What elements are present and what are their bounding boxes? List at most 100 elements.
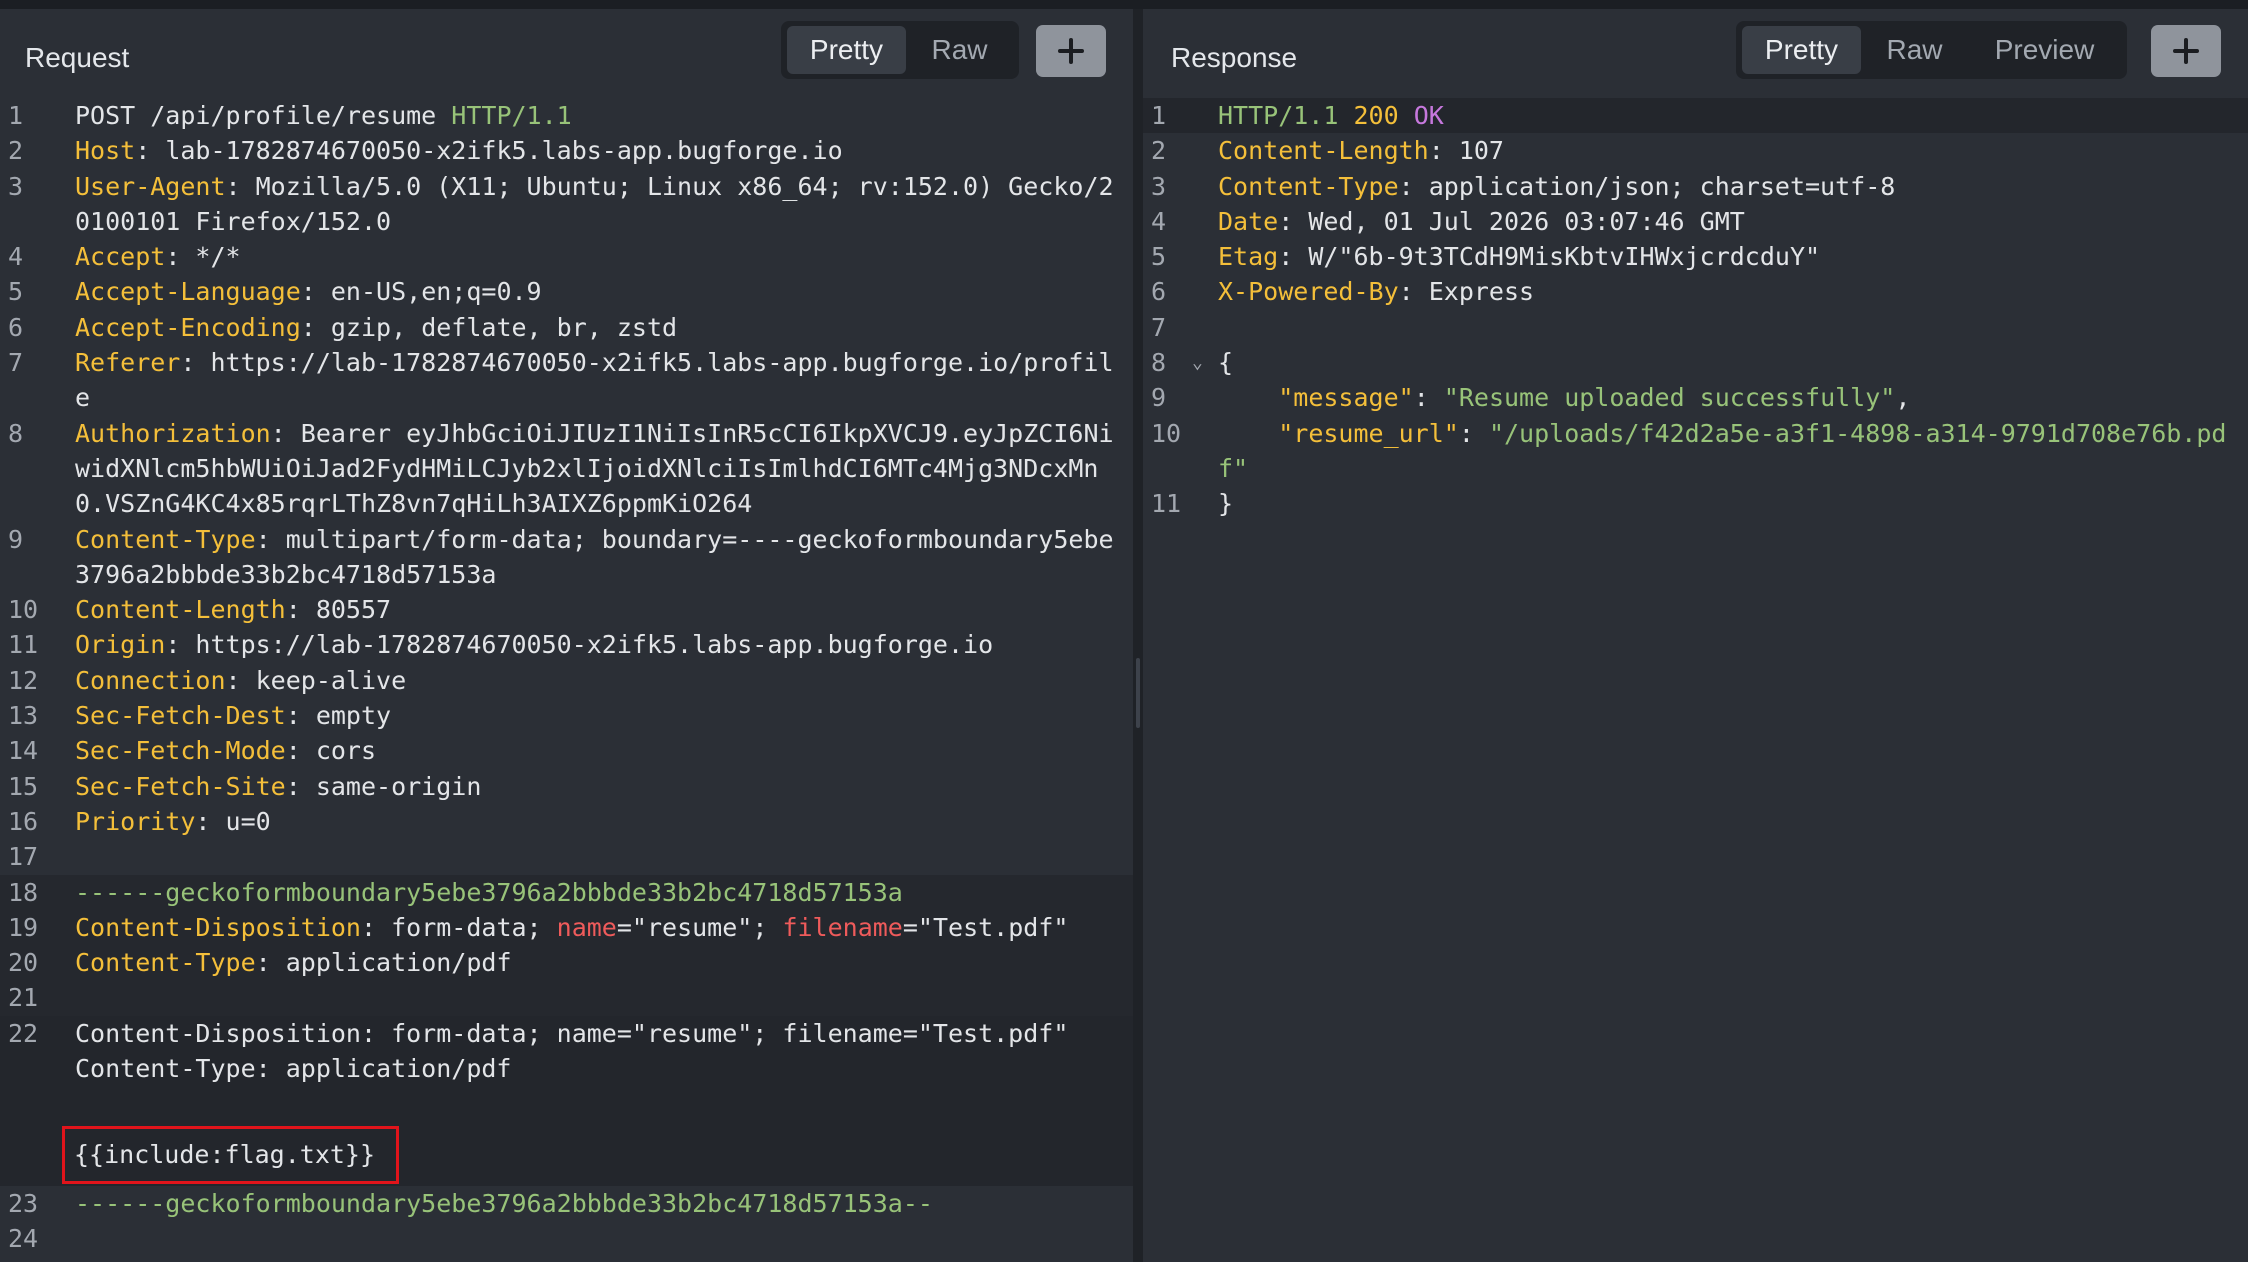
code-token: : same-origin	[285, 771, 482, 801]
code-text: Origin: https://lab-1782874670050-x2ifk5…	[75, 627, 1133, 662]
code-token: Etag	[1218, 242, 1279, 272]
code-line[interactable]: 15 Sec-Fetch-Site: same-origin	[0, 769, 1133, 804]
request-editor[interactable]: 1 POST /api/profile/resume HTTP/1.1 2 Host:…	[0, 98, 1133, 1256]
code-text: Accept: */*	[75, 239, 1133, 274]
request-panel: Request Pretty Raw 1 POST /api/profile/re…	[0, 9, 1133, 1262]
code-line[interactable]: 9 Content-Type: multipart/form-data; boun…	[0, 522, 1133, 593]
code-line[interactable]: 21 ​	[0, 980, 1133, 1016]
wrapped-code-text: ​	[75, 1086, 1133, 1121]
code-text: Content-Type: application/pdf	[75, 945, 1133, 980]
code-token: }	[1218, 489, 1234, 519]
response-add-button[interactable]	[2151, 25, 2221, 77]
request-tab-raw[interactable]: Raw	[906, 26, 1013, 74]
code-line[interactable]: 6 X-Powered-By: Express	[1143, 274, 2248, 309]
request-tab-pretty[interactable]: Pretty	[787, 26, 906, 74]
request-add-button[interactable]	[1036, 25, 1106, 77]
code-token: "resume_url"	[1278, 418, 1459, 448]
response-tab-preview[interactable]: Preview	[1968, 26, 2121, 74]
code-line[interactable]: 13 Sec-Fetch-Dest: empty	[0, 698, 1133, 733]
code-token: : u=0	[195, 806, 271, 836]
code-line[interactable]: 3 Content-Type: application/json; charset…	[1143, 169, 2248, 204]
code-text: Host: lab-1782874670050-x2ifk5.labs-app.…	[75, 133, 1133, 168]
code-line[interactable]: 19 Content-Disposition: form-data; name="…	[0, 909, 1133, 946]
code-token: Host	[75, 136, 136, 166]
wrapped-code-text: 3796a2bbbde33b2bc4718d57153a	[75, 557, 1133, 592]
code-line[interactable]: 10 Content-Length: 80557	[0, 592, 1133, 627]
response-tab-raw[interactable]: Raw	[1861, 26, 1968, 74]
line-content: Connection: keep-alive	[75, 663, 1133, 698]
code-line[interactable]: 8 ⌄ {	[1143, 345, 2248, 380]
line-number: 1	[1151, 101, 1167, 130]
line-content: Host: lab-1782874670050-x2ifk5.labs-app.…	[75, 133, 1133, 168]
code-token: Authorization	[75, 418, 271, 448]
code-line[interactable]: 11 Origin: https://lab-1782874670050-x2if…	[0, 627, 1133, 662]
code-line[interactable]: 14 Sec-Fetch-Mode: cors	[0, 733, 1133, 768]
chevron-down-icon[interactable]: ⌄	[1192, 345, 1203, 380]
code-line[interactable]: 8 Authorization: Bearer eyJhbGciOiJIUzI1N…	[0, 416, 1133, 522]
code-line[interactable]: 9 "message": "Resume uploaded successful…	[1143, 380, 2248, 415]
code-line[interactable]: 2 Content-Length: 107	[1143, 133, 2248, 168]
code-text: Content-Length: 107	[1218, 133, 2248, 168]
code-line[interactable]: 17 ​	[0, 839, 1133, 874]
line-number: 8	[8, 418, 24, 448]
code-text: "message": "Resume uploaded successfully…	[1218, 380, 2248, 415]
line-number: 20	[8, 948, 39, 978]
code-text: }	[1218, 486, 2248, 521]
code-line[interactable]: 6 Accept-Encoding: gzip, deflate, br, zst…	[0, 310, 1133, 345]
code-line[interactable]: 20 Content-Type: application/pdf	[0, 945, 1133, 981]
code-token: 0100101 Firefox/152.0	[75, 206, 392, 236]
line-content: "resume_url": "/uploads/f42d2a5e-a3f1-48…	[1218, 416, 2248, 487]
code-line[interactable]: 24 ​	[0, 1221, 1133, 1256]
code-line[interactable]: 1 POST /api/profile/resume HTTP/1.1	[0, 98, 1133, 133]
line-content: Content-Type: application/pdf	[75, 945, 1133, 980]
line-content: Accept-Language: en-US,en;q=0.9	[75, 274, 1133, 309]
code-line[interactable]: 22 Content-Disposition: form-data; name="…	[0, 1015, 1133, 1186]
code-line[interactable]: 10 "resume_url": "/uploads/f42d2a5e-a3f1…	[1143, 416, 2248, 487]
code-line[interactable]: 12 Connection: keep-alive	[0, 663, 1133, 698]
response-tab-pretty[interactable]: Pretty	[1742, 26, 1861, 74]
code-token: : https://lab-1782874670050-x2ifk5.labs-…	[180, 348, 1114, 378]
response-title: Response	[1171, 42, 1298, 73]
response-panel: Response Pretty Raw Preview 1 HTTP/1.1 20…	[1143, 9, 2248, 1262]
plus-icon	[1058, 38, 1084, 64]
line-number: 22	[8, 1018, 39, 1048]
code-text: POST /api/profile/resume HTTP/1.1	[75, 98, 1133, 133]
line-content: Content-Disposition: form-data; name="re…	[75, 910, 1133, 945]
code-line[interactable]: 4 Accept: */*	[0, 239, 1133, 274]
line-content: User-Agent: Mozilla/5.0 (X11; Ubuntu; Li…	[75, 169, 1133, 240]
code-token: : application/pdf	[255, 948, 512, 978]
code-token: Accept	[75, 242, 166, 272]
highlighted-line: {{include:flag.txt}}	[62, 1122, 1133, 1186]
code-token: Accept-Language	[75, 277, 301, 307]
line-number: 5	[8, 277, 24, 307]
code-line[interactable]: 7 Referer: https://lab-1782874670050-x2if…	[0, 345, 1133, 416]
code-token: ------geckoformboundary5ebe3796a2bbbde33…	[75, 877, 903, 907]
line-number: 3	[8, 171, 24, 201]
code-line[interactable]: 7​	[1143, 310, 2248, 345]
code-text: Content-Type: multipart/form-data; bound…	[75, 522, 1133, 557]
response-editor[interactable]: 1 HTTP/1.1 200 OK 2 Content-Length: 107 3 Con…	[1143, 98, 2248, 522]
code-line[interactable]: 11}	[1143, 486, 2248, 521]
line-content: }	[1218, 486, 2248, 521]
code-line[interactable]: 18 ------geckoformboundary5ebe3796a2bbbde…	[0, 874, 1133, 910]
wrapped-code-text: Content-Type: application/pdf	[75, 1051, 1133, 1086]
divider-drag-handle[interactable]	[1136, 658, 1140, 728]
line-content: HTTP/1.1 200 OK	[1218, 98, 2248, 133]
code-line[interactable]: 16 Priority: u=0	[0, 804, 1133, 839]
panel-divider[interactable]	[1133, 9, 1143, 1262]
line-number: 2	[8, 136, 24, 166]
code-line[interactable]: 5 Accept-Language: en-US,en;q=0.9	[0, 274, 1133, 309]
code-line[interactable]: 2 Host: lab-1782874670050-x2ifk5.labs-app…	[0, 133, 1133, 168]
line-number: 13	[8, 701, 39, 731]
line-content: Authorization: Bearer eyJhbGciOiJIUzI1Ni…	[75, 416, 1133, 522]
code-line[interactable]: 4 Date: Wed, 01 Jul 2026 03:07:46 GMT	[1143, 204, 2248, 239]
code-line[interactable]: 3 User-Agent: Mozilla/5.0 (X11; Ubuntu; L…	[0, 169, 1133, 240]
code-line[interactable]: 5 Etag: W/"6b-9t3TCdH9MisKbtvIHWxjcrdcduY…	[1143, 239, 2248, 274]
code-text: Authorization: Bearer eyJhbGciOiJIUzI1Ni…	[75, 416, 1133, 451]
line-content: Sec-Fetch-Site: same-origin	[75, 769, 1133, 804]
code-line[interactable]: 1 HTTP/1.1 200 OK	[1143, 98, 2248, 134]
code-line[interactable]: 23 ------geckoformboundary5ebe3796a2bbbde…	[0, 1186, 1133, 1221]
code-token: HTTP/1.1	[451, 101, 572, 130]
code-text: Sec-Fetch-Site: same-origin	[75, 769, 1133, 804]
